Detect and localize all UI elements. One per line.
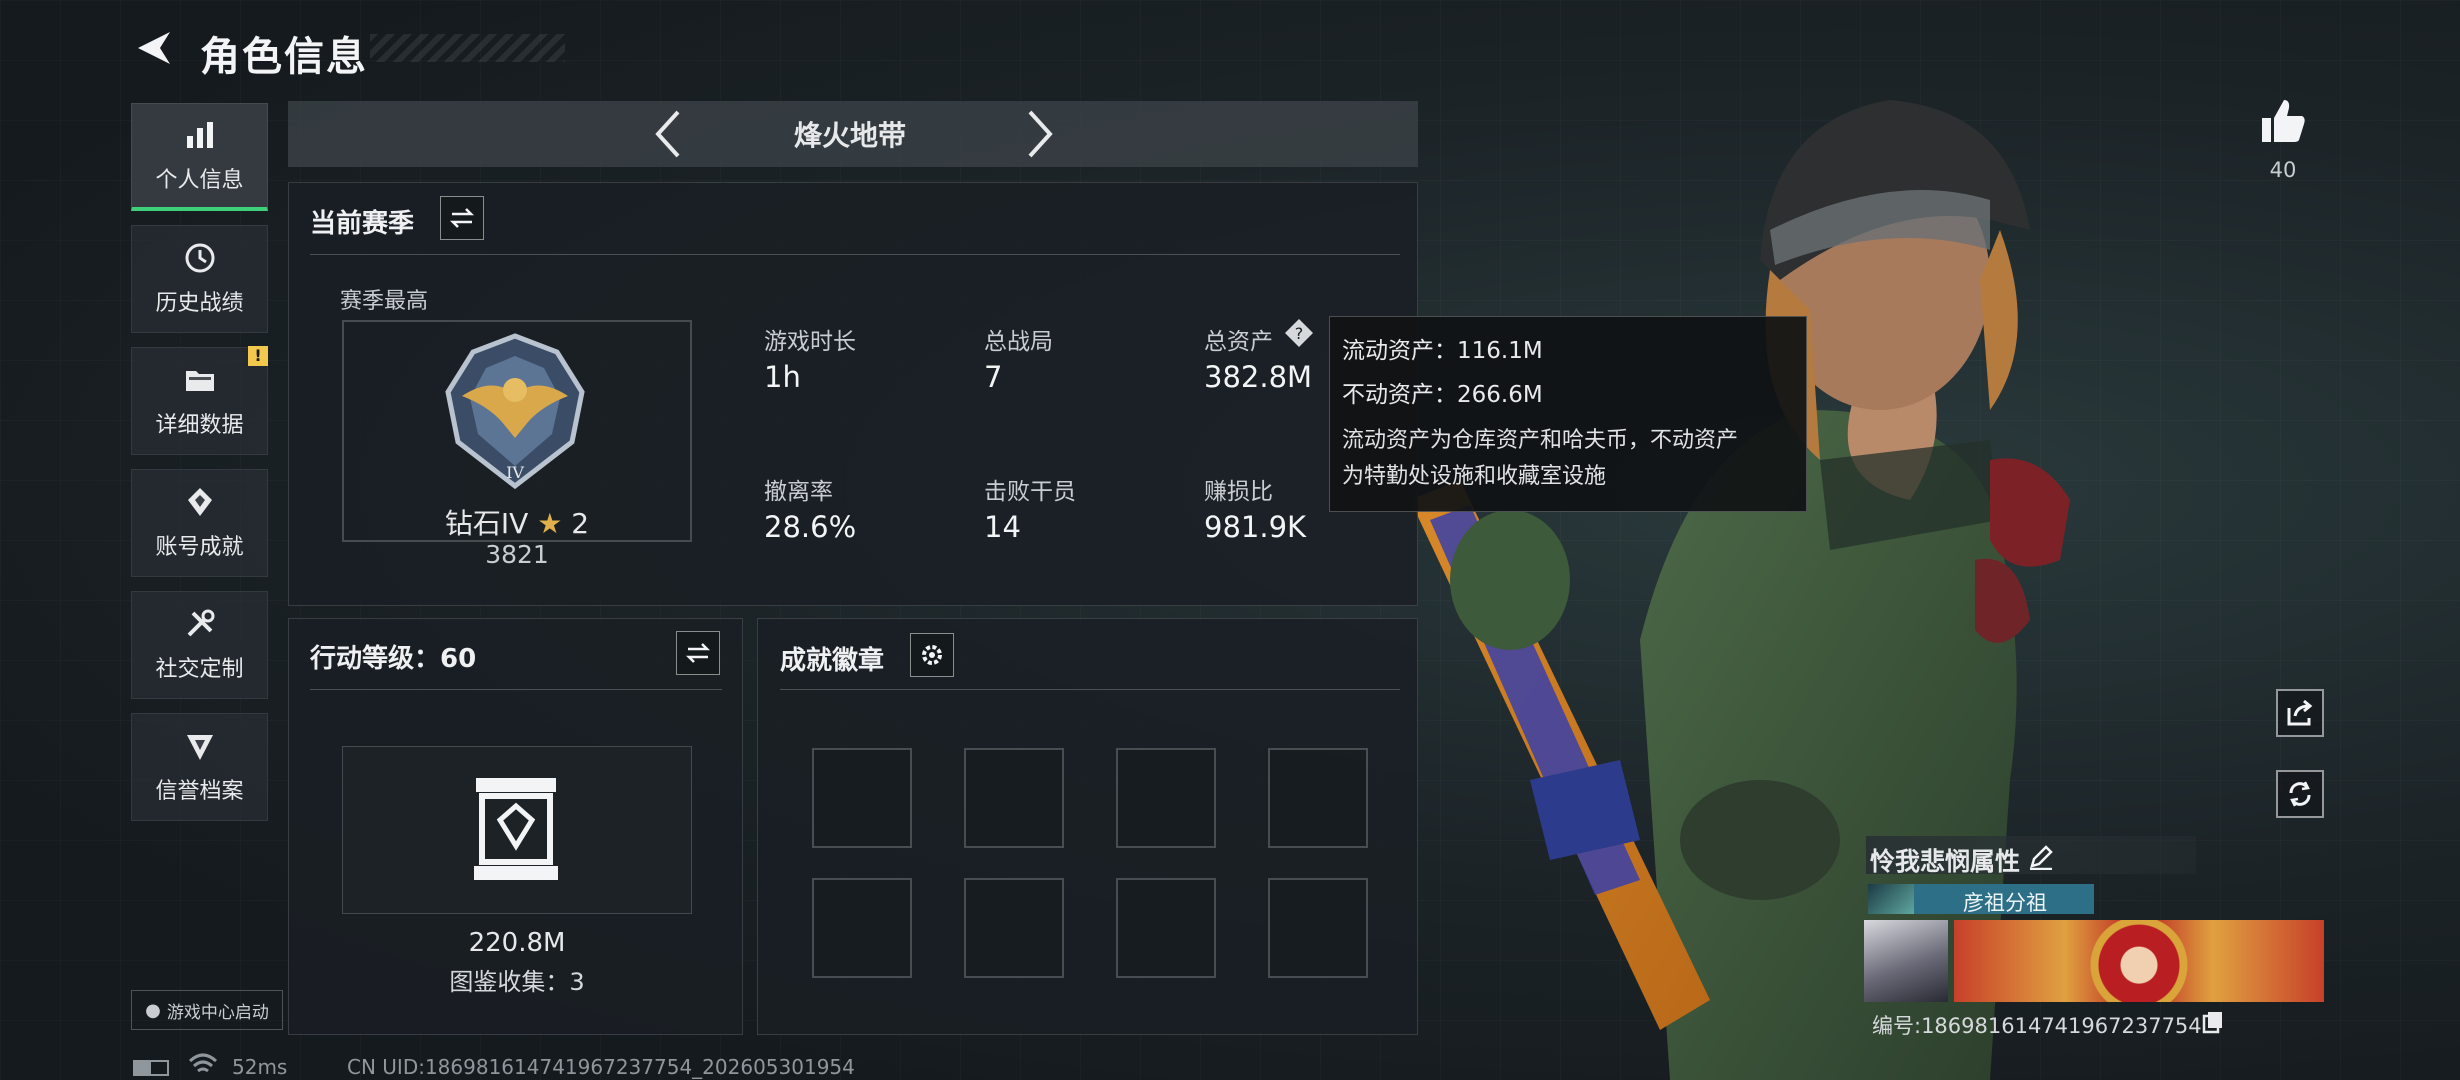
back-arrow-icon[interactable] <box>132 26 176 70</box>
wifi-icon <box>188 1053 218 1073</box>
page-title: 角色信息 <box>200 34 368 80</box>
team-name: 彦祖分祖 <box>1963 891 2047 915</box>
notification-badge: ! <box>248 346 268 366</box>
divider <box>310 689 722 690</box>
stat-label: 总资产 <box>1204 329 1273 355</box>
tooltip-liquid-assets: 流动资产：116.1M <box>1342 338 1543 364</box>
star-icon: ★ <box>537 507 563 540</box>
title-decoration <box>370 34 565 62</box>
stat-label: 击败干员 <box>984 479 1076 505</box>
rank-stars: 2 <box>571 507 590 540</box>
nav-label: 信誉档案 <box>155 779 244 804</box>
badge-slot[interactable] <box>964 878 1064 978</box>
launch-label: 游戏中心启动 <box>166 1002 269 1023</box>
nav-item-achievements[interactable]: 账号成就 <box>131 469 268 577</box>
nav-label: 个人信息 <box>155 167 244 193</box>
swap-icon <box>685 643 711 663</box>
battery-icon <box>133 1060 169 1076</box>
stat-value: 981.9K <box>1204 510 1307 544</box>
badge-slot[interactable] <box>812 748 912 848</box>
rank-score: 3821 <box>485 540 549 569</box>
likes-count: 40 <box>2269 158 2297 182</box>
rank-emblem: IV <box>445 333 585 490</box>
stat-label: 撤离率 <box>764 479 833 505</box>
copy-icon[interactable] <box>2202 1010 2224 1034</box>
thumbs-up-icon[interactable] <box>2258 96 2308 146</box>
nav-item-social[interactable]: 社交定制 <box>131 591 268 699</box>
svg-text:?: ? <box>1295 324 1304 343</box>
collection-value: 220.8M <box>468 928 566 958</box>
gear-icon <box>922 645 942 665</box>
share-button[interactable] <box>2276 689 2324 737</box>
nav-item-history[interactable]: 历史战绩 <box>131 225 268 333</box>
player-avatar[interactable] <box>1864 920 1948 1002</box>
mode-label: 烽火地带 <box>793 119 906 152</box>
tooltip-description-line: 为特勤处设施和收藏室设施 <box>1342 464 1607 489</box>
stat-value: 1h <box>764 360 801 394</box>
tools-icon <box>187 609 214 637</box>
chevron-right-icon[interactable] <box>1022 108 1058 160</box>
share-icon <box>2287 699 2313 726</box>
game-center-launch[interactable]: ● 游戏中心启动 <box>131 990 283 1030</box>
nav-label: 详细数据 <box>155 413 244 438</box>
assets-tooltip: 流动资产：116.1M 不动资产：266.6M 流动资产为仓库资产和哈夫币，不动… <box>1329 316 1807 512</box>
divider <box>310 254 1400 255</box>
action-level-title: 行动等级：60 <box>310 644 477 674</box>
stat-value: 7 <box>984 360 1003 394</box>
refresh-button[interactable] <box>2276 770 2324 818</box>
uid-text: CN UID:186981614741967237754_20260530195… <box>347 1055 855 1079</box>
tooltip-description-line: 流动资产为仓库资产和哈夫币，不动资产 <box>1342 428 1739 453</box>
badge-slot[interactable] <box>1268 748 1368 848</box>
nav-label: 历史战绩 <box>155 291 244 316</box>
divider <box>780 689 1400 690</box>
stat-label: 赚损比 <box>1204 479 1273 505</box>
season-title: 当前赛季 <box>310 209 415 239</box>
shield-icon <box>186 735 213 760</box>
season-best-label: 赛季最高 <box>340 289 429 314</box>
badge-slot[interactable] <box>964 748 1064 848</box>
folder-icon <box>185 371 214 391</box>
rank-name-row: 钻石IV ★ 2 <box>342 502 692 542</box>
help-icon[interactable]: ? <box>1284 318 1314 348</box>
edit-icon[interactable] <box>2028 844 2054 870</box>
tooltip-fixed-assets: 不动资产：266.6M <box>1342 382 1543 408</box>
stat-label: 总战局 <box>984 329 1053 355</box>
chevron-left-icon[interactable] <box>650 108 686 160</box>
badge-slot[interactable] <box>1116 878 1216 978</box>
badges-title: 成就徽章 <box>780 646 885 676</box>
penguin-icon: ● <box>145 999 161 1021</box>
action-level-switch-button[interactable] <box>676 631 720 675</box>
badges-settings-button[interactable] <box>910 633 954 677</box>
season-switch-button[interactable] <box>440 196 484 240</box>
stat-value: 14 <box>984 510 1021 544</box>
collection-icon <box>474 778 558 880</box>
nav-label: 账号成就 <box>155 535 244 560</box>
rank-name: 钻石IV <box>444 507 529 540</box>
bar-chart-icon <box>186 121 213 148</box>
nav-label: 社交定制 <box>155 657 244 682</box>
badge-slot[interactable] <box>1116 748 1216 848</box>
history-icon <box>185 243 214 273</box>
stat-label: 游戏时长 <box>764 329 856 355</box>
player-name: 怜我悲悯属性 <box>1870 847 2021 876</box>
player-banner-image[interactable] <box>1954 920 2324 1002</box>
swap-icon <box>449 208 475 228</box>
nav-item-credit[interactable]: 信誉档案 <box>131 713 268 821</box>
refresh-icon <box>2289 781 2311 807</box>
ping-text: 52ms <box>232 1055 288 1079</box>
stat-value: 28.6% <box>764 510 857 544</box>
svg-text:IV: IV <box>506 463 524 482</box>
badge-slot[interactable] <box>812 878 912 978</box>
achievement-icon <box>187 488 212 516</box>
stat-value: 382.8M <box>1204 360 1313 394</box>
team-avatar <box>1868 884 1914 914</box>
player-id: 编号:186981614741967237754 <box>1872 1014 2202 1038</box>
collection-label: 图鉴收集：3 <box>449 968 585 996</box>
badge-slot[interactable] <box>1268 878 1368 978</box>
nav-item-personal-info[interactable]: 个人信息 <box>131 103 268 211</box>
